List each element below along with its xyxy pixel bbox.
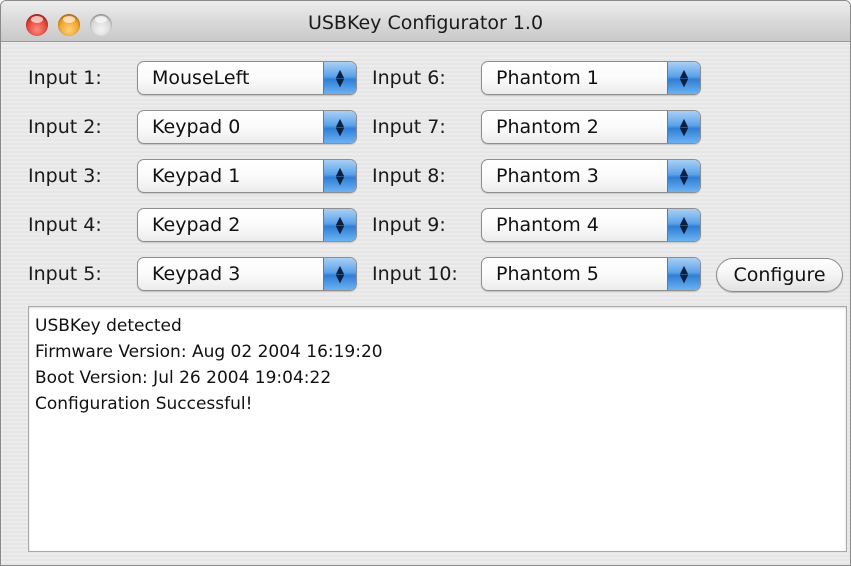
input-9-value: Phantom 4 xyxy=(496,214,599,236)
input-4-label: Input 4: xyxy=(28,214,102,236)
app-window: USBKey Configurator 1.0 Input 1: MouseLe… xyxy=(0,0,851,566)
log-line: Firmware Version: Aug 02 2004 16:19:20 xyxy=(35,342,383,362)
input-8-label: Input 8: xyxy=(372,165,446,187)
updown-arrows-icon: ▲ ▼ xyxy=(323,160,356,192)
input-3-popup[interactable]: Keypad 1 ▲ ▼ xyxy=(137,159,357,193)
input-3-value: Keypad 1 xyxy=(152,165,241,187)
updown-arrows-icon: ▲ ▼ xyxy=(667,111,700,143)
log-output-area[interactable]: USBKey detected Firmware Version: Aug 02… xyxy=(28,306,847,552)
input-2-popup[interactable]: Keypad 0 ▲ ▼ xyxy=(137,110,357,144)
input-1-popup[interactable]: MouseLeft ▲ ▼ xyxy=(137,61,357,95)
log-line: USBKey detected xyxy=(35,316,182,336)
input-6-popup[interactable]: Phantom 1 ▲ ▼ xyxy=(481,61,701,95)
input-9-label: Input 9: xyxy=(372,214,446,236)
updown-arrows-icon: ▲ ▼ xyxy=(323,111,356,143)
input-8-value: Phantom 3 xyxy=(496,165,599,187)
input-1-value: MouseLeft xyxy=(152,67,250,89)
input-7-value: Phantom 2 xyxy=(496,116,599,138)
updown-arrows-icon: ▲ ▼ xyxy=(667,160,700,192)
input-9-popup[interactable]: Phantom 4 ▲ ▼ xyxy=(481,208,701,242)
window-title: USBKey Configurator 1.0 xyxy=(307,12,544,34)
updown-arrows-icon: ▲ ▼ xyxy=(667,62,700,94)
input-5-popup[interactable]: Keypad 3 ▲ ▼ xyxy=(137,257,357,291)
updown-arrows-icon: ▲ ▼ xyxy=(323,62,356,94)
input-6-value: Phantom 1 xyxy=(496,67,599,89)
input-2-value: Keypad 0 xyxy=(152,116,241,138)
log-line: Boot Version: Jul 26 2004 19:04:22 xyxy=(35,368,332,388)
updown-arrows-icon: ▲ ▼ xyxy=(667,209,700,241)
input-5-value: Keypad 3 xyxy=(152,263,241,285)
configure-button[interactable]: Configure xyxy=(716,258,843,292)
input-2-label: Input 2: xyxy=(28,116,102,138)
input-1-label: Input 1: xyxy=(28,67,102,89)
log-line: Configuration Successful! xyxy=(35,394,253,414)
updown-arrows-icon: ▲ ▼ xyxy=(323,209,356,241)
updown-arrows-icon: ▲ ▼ xyxy=(323,258,356,290)
input-4-value: Keypad 2 xyxy=(152,214,241,236)
input-7-popup[interactable]: Phantom 2 ▲ ▼ xyxy=(481,110,701,144)
input-6-label: Input 6: xyxy=(372,67,446,89)
input-8-popup[interactable]: Phantom 3 ▲ ▼ xyxy=(481,159,701,193)
input-10-value: Phantom 5 xyxy=(496,263,599,285)
input-10-label: Input 10: xyxy=(372,263,458,285)
input-7-label: Input 7: xyxy=(372,116,446,138)
input-4-popup[interactable]: Keypad 2 ▲ ▼ xyxy=(137,208,357,242)
input-10-popup[interactable]: Phantom 5 ▲ ▼ xyxy=(481,257,701,291)
title-bar[interactable]: USBKey Configurator 1.0 xyxy=(1,1,850,42)
input-3-label: Input 3: xyxy=(28,165,102,187)
updown-arrows-icon: ▲ ▼ xyxy=(667,258,700,290)
input-5-label: Input 5: xyxy=(28,263,102,285)
